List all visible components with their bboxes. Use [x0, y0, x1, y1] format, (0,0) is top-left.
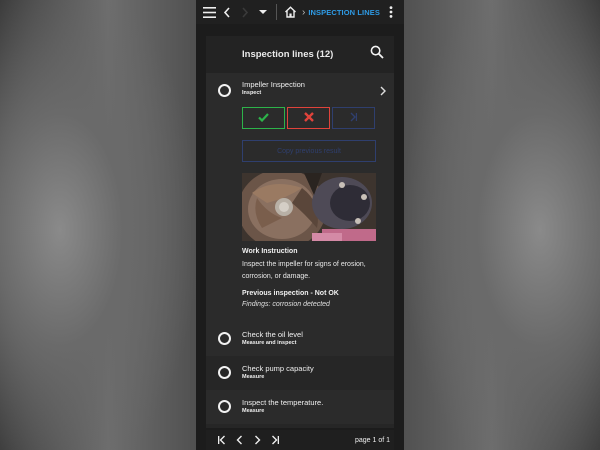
- dropdown-icon[interactable]: [254, 0, 272, 24]
- panel-header: Inspection lines (12): [206, 36, 394, 73]
- previous-findings: Findings: corrosion detected: [242, 301, 330, 308]
- previous-page-icon[interactable]: [230, 430, 248, 450]
- top-app-bar: › INSPECTION LINES: [196, 0, 404, 24]
- search-icon[interactable]: [370, 45, 384, 64]
- menu-icon[interactable]: [200, 0, 218, 24]
- ok-button[interactable]: [242, 107, 285, 129]
- line-status-radio[interactable]: [218, 366, 231, 379]
- close-icon: [303, 109, 314, 127]
- line-status-radio[interactable]: [218, 400, 231, 413]
- line-status-radio[interactable]: [218, 84, 231, 97]
- skip-next-icon: [349, 109, 358, 127]
- page-indicator: page 1 of 1: [354, 436, 390, 444]
- work-instruction-title: Work Instruction: [242, 248, 298, 255]
- line-title: Check pump capacity: [242, 364, 314, 373]
- chevron-right-icon[interactable]: [380, 83, 386, 101]
- pagination-bar: page 1 of 1: [206, 430, 394, 450]
- line-subtitle: Measure and inspect: [242, 340, 297, 346]
- impeller-photo: [242, 173, 376, 241]
- check-icon: [258, 109, 269, 127]
- more-vert-icon[interactable]: [382, 0, 400, 24]
- line-title: Inspect the temperature.: [242, 398, 324, 407]
- not-ok-button[interactable]: [287, 107, 330, 129]
- app-screen: › INSPECTION LINES Inspection lines (12)…: [196, 0, 404, 450]
- result-button-group: [242, 107, 375, 129]
- last-page-icon[interactable]: [266, 430, 284, 450]
- forward-icon[interactable]: [236, 0, 254, 24]
- expanded-inspection-line: Impeller Inspection Inspect Copy previou…: [206, 73, 394, 322]
- line-title: Impeller Inspection: [242, 80, 305, 89]
- line-subtitle: Measure: [242, 374, 265, 380]
- list-item[interactable]: Inspect the temperature. Measure: [206, 390, 394, 424]
- back-icon[interactable]: [218, 0, 236, 24]
- home-icon[interactable]: [281, 0, 299, 24]
- breadcrumb-separator-icon: ›: [302, 6, 306, 18]
- page-title: Inspection lines (12): [242, 49, 334, 60]
- breadcrumb[interactable]: INSPECTION LINES: [308, 8, 380, 17]
- inspection-lines-panel: Inspection lines (12) Impeller Inspectio…: [206, 36, 394, 428]
- skip-button[interactable]: [332, 107, 375, 129]
- line-status-radio[interactable]: [218, 332, 231, 345]
- copy-previous-result-button[interactable]: Copy previous result: [242, 140, 376, 162]
- line-subtitle: Inspect: [242, 90, 262, 96]
- previous-inspection-title: Previous inspection - Not OK: [242, 290, 339, 297]
- list-item[interactable]: Check the oil level Measure and inspect: [206, 322, 394, 356]
- line-title: Check the oil level: [242, 330, 303, 339]
- line-subtitle: Measure: [242, 408, 265, 414]
- toolbar-divider: [276, 4, 277, 20]
- list-item[interactable]: Check pump capacity Measure: [206, 356, 394, 390]
- next-page-icon[interactable]: [248, 430, 266, 450]
- work-instruction-text: Inspect the impeller for signs of erosio…: [242, 261, 366, 280]
- first-page-icon[interactable]: [212, 430, 230, 450]
